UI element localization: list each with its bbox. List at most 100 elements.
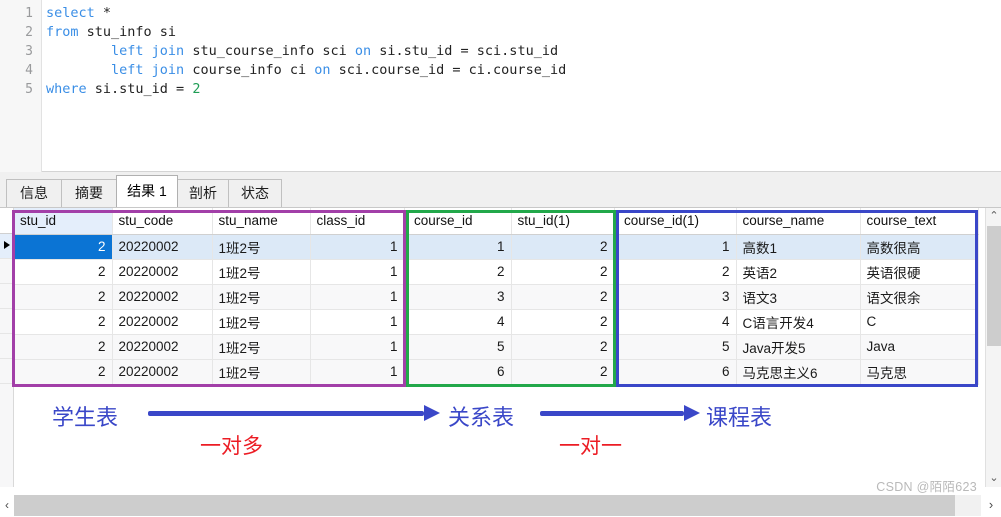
cell-stu_id[interactable]: 2	[14, 334, 113, 360]
cell-course_id(1)[interactable]: 4	[618, 309, 737, 335]
table-row[interactable]: 2 20220002 1班2号 1	[14, 309, 405, 335]
scroll-up-icon[interactable]: ⌃	[986, 208, 1001, 225]
horizontal-scroll-track-end[interactable]	[955, 495, 981, 516]
cell-stu_name[interactable]: 1班2号	[212, 309, 311, 335]
cell-course_id(1)[interactable]: 5	[618, 334, 737, 360]
cell-course_text[interactable]: 高数很高	[860, 234, 979, 260]
cell-course_id(1)[interactable]: 3	[618, 284, 737, 310]
cell-stu_name[interactable]: 1班2号	[212, 334, 311, 360]
cell-stu_code[interactable]: 20220002	[112, 334, 213, 360]
cell-stu_name[interactable]: 1班2号	[212, 234, 311, 260]
cell-stu_code[interactable]: 20220002	[112, 284, 213, 310]
cell-course_text[interactable]: 语文很余	[860, 284, 979, 310]
tab-2[interactable]: 摘要	[61, 179, 117, 207]
row-selector-6[interactable]	[0, 359, 13, 384]
cell-course_text[interactable]: 马克思	[860, 359, 979, 385]
course-table-columns[interactable]: course_id(1) course_name course_text 1 高数1 高数…	[618, 208, 979, 385]
column-header-stu_code[interactable]: stu_code	[112, 208, 213, 235]
table-row[interactable]: 12	[408, 234, 615, 260]
sql-editor[interactable]: 1 2 3 4 5 select * from stu_info si left join…	[0, 0, 1001, 172]
cell-course_id[interactable]: 5	[408, 334, 512, 360]
table-row[interactable]: 4 C语言开发4 C	[618, 309, 979, 335]
cell-stu_id(1)[interactable]: 2	[511, 284, 615, 310]
cell-course_name[interactable]: Java开发5	[736, 334, 861, 360]
cell-course_name[interactable]: 马克思主义6	[736, 359, 861, 385]
cell-course_id(1)[interactable]: 1	[618, 234, 737, 260]
cell-course_id[interactable]: 4	[408, 309, 512, 335]
tab-5[interactable]: 状态	[228, 179, 282, 207]
table-row[interactable]: 3 语文3 语文很余	[618, 284, 979, 310]
cell-course_text[interactable]: C	[860, 309, 979, 335]
data-table[interactable]: course_id(1) course_name course_text 1 高数1 高数…	[618, 208, 979, 385]
cell-stu_name[interactable]: 1班2号	[212, 359, 311, 385]
table-row[interactable]: 5 Java开发5 Java	[618, 334, 979, 360]
cell-stu_id[interactable]: 2	[14, 284, 113, 310]
cell-course_name[interactable]: 高数1	[736, 234, 861, 260]
cell-course_text[interactable]: Java	[860, 334, 979, 360]
cell-course_name[interactable]: C语言开发4	[736, 309, 861, 335]
table-row[interactable]: 22	[408, 259, 615, 285]
data-table[interactable]: course_id stu_id(1) 1 2 2 2 3 2 4 2 5 2 6 2	[408, 208, 615, 385]
student-table-columns[interactable]: stu_id stu_code stu_name class_id 2 20220002 1…	[14, 208, 405, 385]
cell-class_id[interactable]: 1	[310, 359, 405, 385]
horizontal-scroll-thumb[interactable]	[14, 495, 981, 516]
cell-course_id[interactable]: 2	[408, 259, 512, 285]
sql-code-text[interactable]: select * from stu_info si left join stu_c…	[46, 0, 1001, 172]
scroll-down-icon[interactable]: ⌄	[986, 470, 1001, 487]
cell-course_text[interactable]: 英语很硬	[860, 259, 979, 285]
table-row[interactable]: 2 英语2 英语很硬	[618, 259, 979, 285]
column-header-stu_name[interactable]: stu_name	[212, 208, 311, 235]
cell-class_id[interactable]: 1	[310, 284, 405, 310]
cell-class_id[interactable]: 1	[310, 234, 405, 260]
cell-stu_name[interactable]: 1班2号	[212, 259, 311, 285]
cell-stu_code[interactable]: 20220002	[112, 259, 213, 285]
table-row[interactable]: 2 20220002 1班2号 1	[14, 234, 405, 260]
cell-course_name[interactable]: 语文3	[736, 284, 861, 310]
vertical-scroll-thumb[interactable]	[987, 226, 1001, 346]
cell-stu_code[interactable]: 20220002	[112, 309, 213, 335]
tab-4[interactable]: 剖析	[177, 179, 229, 207]
cell-course_id(1)[interactable]: 6	[618, 359, 737, 385]
cell-stu_id[interactable]: 2	[14, 309, 113, 335]
relation-table-columns[interactable]: course_id stu_id(1) 1 2 2 2 3 2 4 2 5 2 6 2	[408, 208, 615, 385]
cell-course_id[interactable]: 6	[408, 359, 512, 385]
cell-stu_id(1)[interactable]: 2	[511, 234, 615, 260]
scroll-right-icon[interactable]: ›	[981, 493, 1001, 516]
cell-stu_id(1)[interactable]: 2	[511, 309, 615, 335]
result-tab-bar[interactable]: 信息 摘要 结果 1 剖析 状态	[0, 172, 1001, 208]
cell-stu_id(1)[interactable]: 2	[511, 334, 615, 360]
row-selector-3[interactable]	[0, 284, 13, 309]
column-header-course_name[interactable]: course_name	[736, 208, 861, 235]
cell-stu_id[interactable]: 2	[14, 259, 113, 285]
cell-stu_id[interactable]: 2	[14, 234, 113, 260]
tab-1[interactable]: 信息	[6, 179, 62, 207]
row-selector-4[interactable]	[0, 309, 13, 334]
cell-course_id[interactable]: 1	[408, 234, 512, 260]
cell-stu_id(1)[interactable]: 2	[511, 259, 615, 285]
horizontal-scrollbar[interactable]: ‹ ›	[0, 493, 1001, 517]
row-selector-2[interactable]	[0, 259, 13, 284]
cell-stu_code[interactable]: 20220002	[112, 359, 213, 385]
column-header-stu_id[interactable]: stu_id	[14, 208, 113, 235]
table-row[interactable]: 32	[408, 284, 615, 310]
table-row[interactable]: 2 20220002 1班2号 1	[14, 259, 405, 285]
table-row[interactable]: 2 20220002 1班2号 1	[14, 334, 405, 360]
column-header-course_text[interactable]: course_text	[860, 208, 979, 235]
table-row[interactable]: 2 20220002 1班2号 1	[14, 359, 405, 385]
tab-3[interactable]: 结果 1	[116, 175, 178, 207]
cell-stu_name[interactable]: 1班2号	[212, 284, 311, 310]
table-row[interactable]: 1 高数1 高数很高	[618, 234, 979, 260]
cell-stu_id(1)[interactable]: 2	[511, 359, 615, 385]
cell-class_id[interactable]: 1	[310, 334, 405, 360]
cell-course_id(1)[interactable]: 2	[618, 259, 737, 285]
data-table[interactable]: stu_id stu_code stu_name class_id 2 20220002 1…	[14, 208, 405, 385]
table-row[interactable]: 42	[408, 309, 615, 335]
column-header-course_id[interactable]: course_id	[408, 208, 512, 235]
column-header-course_id(1)[interactable]: course_id(1)	[618, 208, 737, 235]
table-row[interactable]: 2 20220002 1班2号 1	[14, 284, 405, 310]
cell-class_id[interactable]: 1	[310, 259, 405, 285]
cell-stu_code[interactable]: 20220002	[112, 234, 213, 260]
cell-class_id[interactable]: 1	[310, 309, 405, 335]
cell-stu_id[interactable]: 2	[14, 359, 113, 385]
cell-course_name[interactable]: 英语2	[736, 259, 861, 285]
